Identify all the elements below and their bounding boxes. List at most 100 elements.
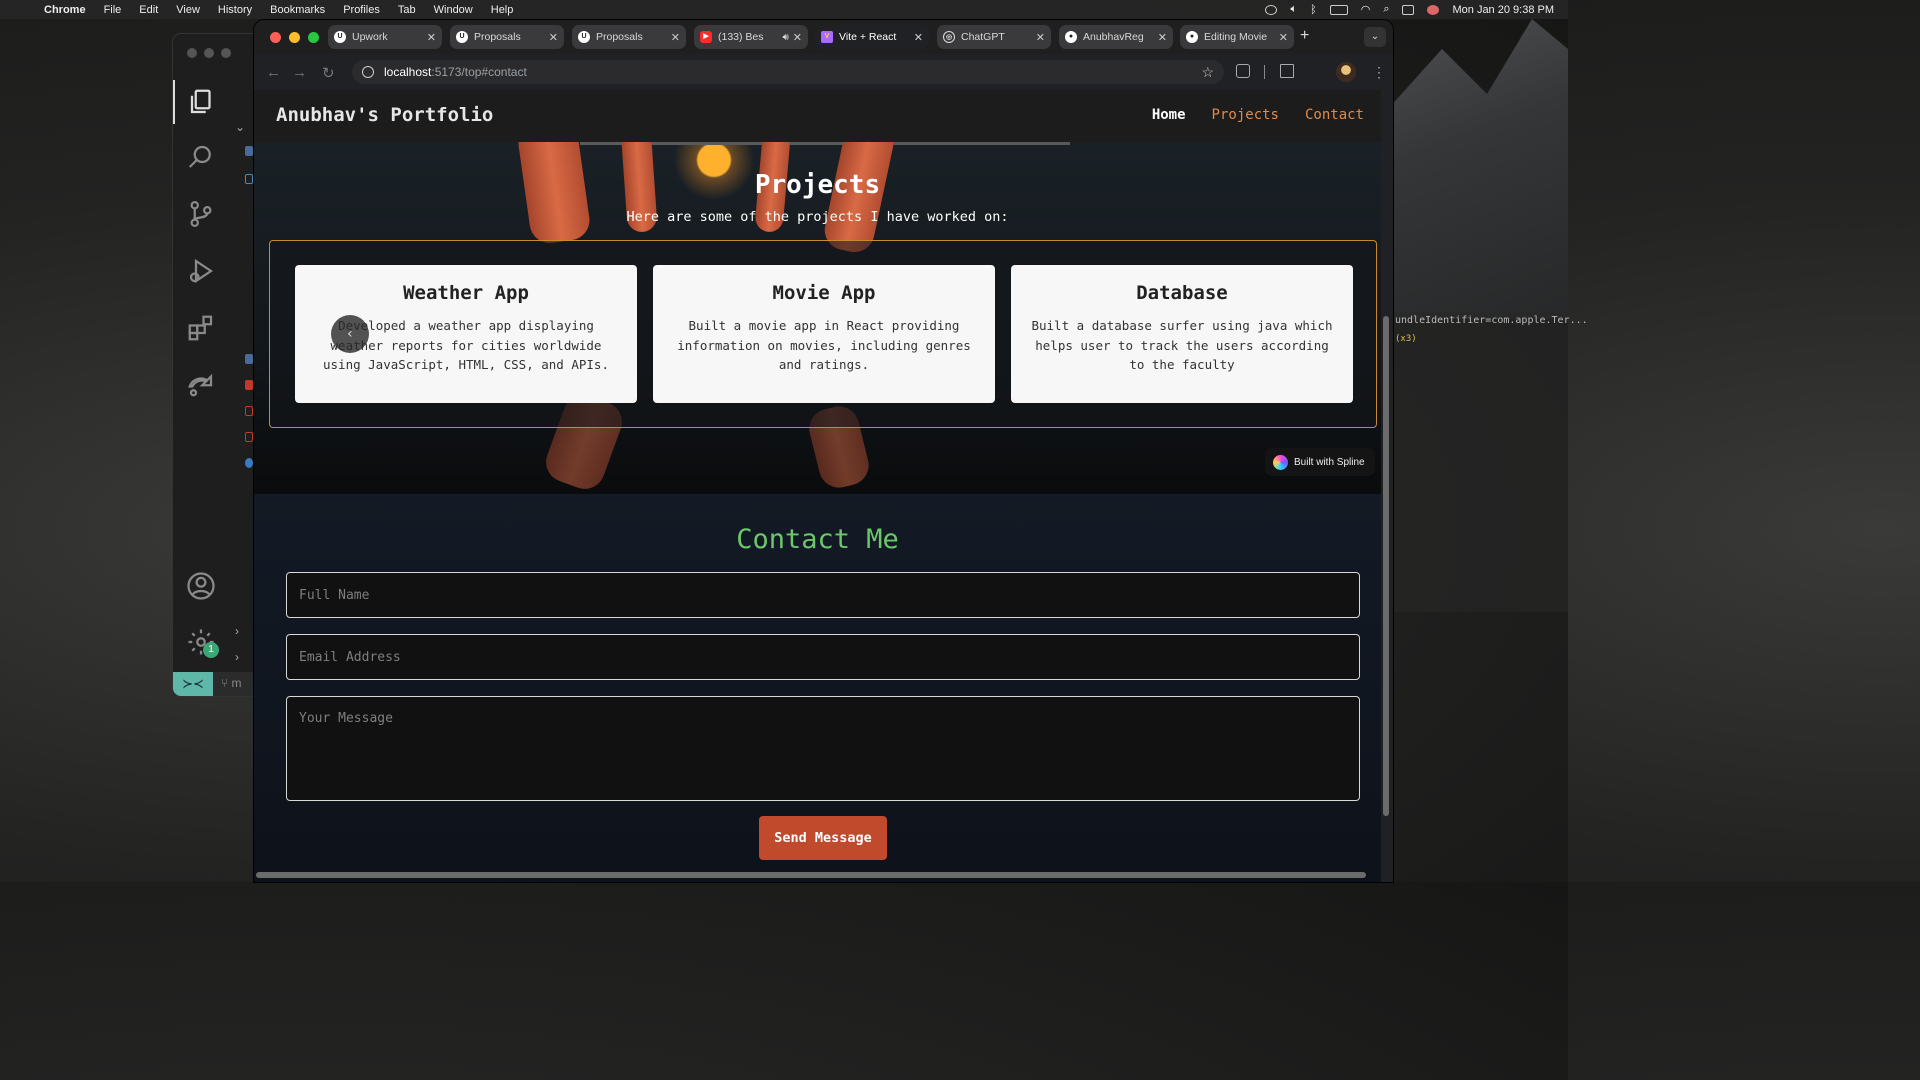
chatgpt-icon: ◎ xyxy=(943,31,955,43)
tab-vite-react[interactable]: V Vite + React ✕ xyxy=(815,25,929,49)
close-tab-icon[interactable]: ✕ xyxy=(793,31,802,44)
menu-app-name[interactable]: Chrome xyxy=(44,4,86,16)
remote-explorer-icon[interactable] xyxy=(173,362,229,406)
project-card-weather[interactable]: Weather App Developed a weather app disp… xyxy=(295,265,637,403)
chevron-down-icon[interactable]: ⌄ xyxy=(235,120,245,134)
project-description: Built a database surfer using java which… xyxy=(1031,318,1333,372)
close-tab-icon[interactable]: ✕ xyxy=(427,31,436,44)
menu-tab[interactable]: Tab xyxy=(398,4,416,16)
built-with-spline-badge[interactable]: Built with Spline xyxy=(1265,448,1375,476)
file-icon-3[interactable] xyxy=(245,354,253,364)
siri-icon[interactable] xyxy=(1427,4,1440,15)
nav-projects-link[interactable]: Projects xyxy=(1212,107,1279,123)
remote-indicator-icon[interactable]: ≻≺ xyxy=(173,672,213,696)
forward-arrow-icon[interactable]: → xyxy=(292,64,307,81)
message-textarea[interactable] xyxy=(286,696,1360,801)
site-info-icon[interactable] xyxy=(362,66,374,78)
minimize-window-button[interactable] xyxy=(289,32,300,43)
tab-search-chevron-icon[interactable]: ⌄ xyxy=(1364,27,1386,47)
youtube-icon: ▶ xyxy=(700,31,712,43)
reading-list-icon[interactable] xyxy=(1280,64,1294,78)
extensions-puzzle-icon[interactable] xyxy=(1236,64,1250,78)
extensions-icon[interactable] xyxy=(173,306,229,350)
account-icon[interactable] xyxy=(173,564,229,608)
tab-proposals[interactable]: U Proposals ✕ xyxy=(450,25,564,49)
nav-home-link[interactable]: Home xyxy=(1152,107,1186,123)
settings-gear-icon[interactable]: 1 xyxy=(173,620,229,664)
back-arrow-icon[interactable]: ← xyxy=(266,64,281,81)
menu-profiles[interactable]: Profiles xyxy=(343,4,380,16)
control-center-icon[interactable] xyxy=(1402,4,1415,15)
run-debug-icon[interactable] xyxy=(173,249,229,293)
menu-bookmarks[interactable]: Bookmarks xyxy=(270,4,325,16)
tab-github-repo[interactable]: ● AnubhavReg ✕ xyxy=(1059,25,1173,49)
profile-avatar[interactable] xyxy=(1336,62,1356,82)
search-icon[interactable] xyxy=(173,135,229,179)
horizontal-scrollbar[interactable] xyxy=(256,872,1366,878)
bluetooth-icon[interactable]: ᛒ xyxy=(1310,4,1317,16)
menubar-clock[interactable]: Mon Jan 20 9:38 PM xyxy=(1452,4,1554,16)
wifi-icon[interactable]: ◠ xyxy=(1361,3,1371,16)
new-tab-button[interactable]: + xyxy=(1300,27,1309,45)
chrome-menu-icon[interactable]: ⋮ xyxy=(1372,64,1386,81)
file-icon-6[interactable] xyxy=(245,432,253,442)
close-tab-icon[interactable]: ✕ xyxy=(1036,31,1045,44)
reload-icon[interactable]: ↻ xyxy=(322,64,335,82)
tab-youtube[interactable]: ▶ (133) Bes 🔊︎ ✕ xyxy=(694,25,808,49)
toolbar-separator xyxy=(1264,65,1265,79)
project-card-database[interactable]: Database Built a database surfer using j… xyxy=(1011,265,1353,403)
settings-update-badge: 1 xyxy=(203,642,219,658)
bookmark-star-icon[interactable]: ☆ xyxy=(1201,64,1214,81)
close-tab-icon[interactable]: ✕ xyxy=(549,31,558,44)
vite-icon: V xyxy=(821,31,833,43)
terminal-window: undleIdentifier=com.apple.Ter... (x3) xyxy=(1392,312,1588,612)
site-brand[interactable]: Anubhav's Portfolio xyxy=(276,104,493,126)
audio-playing-icon[interactable]: 🔊︎ xyxy=(782,32,788,43)
close-tab-icon[interactable]: ✕ xyxy=(1279,31,1288,44)
close-tab-icon[interactable]: ✕ xyxy=(1158,31,1167,44)
spotlight-search-icon[interactable]: ⌕ xyxy=(1383,3,1389,16)
tab-upwork[interactable]: U Upwork ✕ xyxy=(328,25,442,49)
tab-github-editing[interactable]: ● Editing Movie ✕ xyxy=(1180,25,1294,49)
spline-badge-label: Built with Spline xyxy=(1294,456,1365,468)
nav-contact-link[interactable]: Contact xyxy=(1305,107,1364,123)
source-control-icon[interactable] xyxy=(173,192,229,236)
upwork-icon: U xyxy=(578,31,590,43)
project-title: Movie App xyxy=(772,282,876,304)
tab-title: Editing Movie xyxy=(1204,31,1268,43)
volume-icon[interactable]: 🔈︎ xyxy=(1290,3,1297,16)
vertical-scrollbar[interactable] xyxy=(1383,316,1389,816)
menu-help[interactable]: Help xyxy=(491,4,514,16)
project-card-movie[interactable]: Movie App Built a movie app in React pro… xyxy=(653,265,995,403)
menu-file[interactable]: File xyxy=(104,4,122,16)
zoom-window-button[interactable] xyxy=(308,32,319,43)
play-status-icon[interactable] xyxy=(1265,4,1278,15)
address-bar[interactable]: localhost:5173/top#contact ☆ xyxy=(352,60,1224,84)
full-name-input[interactable] xyxy=(286,572,1360,618)
file-icon-5[interactable] xyxy=(245,406,253,416)
close-window-button[interactable] xyxy=(270,32,281,43)
menu-view[interactable]: View xyxy=(176,4,200,16)
chevron-right-icon[interactable]: › xyxy=(235,624,239,638)
menu-window[interactable]: Window xyxy=(434,4,473,16)
address-url[interactable]: localhost:5173/top#contact xyxy=(384,65,527,79)
file-icon-2[interactable] xyxy=(245,174,253,184)
menu-edit[interactable]: Edit xyxy=(139,4,158,16)
send-message-button[interactable]: Send Message xyxy=(759,816,887,860)
email-input[interactable] xyxy=(286,634,1360,680)
file-icon-4[interactable] xyxy=(245,380,253,390)
close-tab-icon[interactable]: ✕ xyxy=(914,31,923,44)
chevron-right-icon-2[interactable]: › xyxy=(235,650,239,664)
tab-proposals-2[interactable]: U Proposals ✕ xyxy=(572,25,686,49)
vscode-window-controls[interactable] xyxy=(187,48,231,58)
file-icon[interactable] xyxy=(245,146,253,156)
file-icon-7[interactable] xyxy=(245,458,253,468)
close-tab-icon[interactable]: ✕ xyxy=(671,31,680,44)
tab-title: Proposals xyxy=(474,31,521,43)
git-branch-label[interactable]: ⑂ m xyxy=(221,676,242,690)
battery-icon[interactable] xyxy=(1329,4,1348,15)
tab-chatgpt[interactable]: ◎ ChatGPT ✕ xyxy=(937,25,1051,49)
desktop-wallpaper-mountain xyxy=(1388,19,1568,319)
menu-history[interactable]: History xyxy=(218,4,252,16)
explorer-icon[interactable] xyxy=(173,80,229,124)
